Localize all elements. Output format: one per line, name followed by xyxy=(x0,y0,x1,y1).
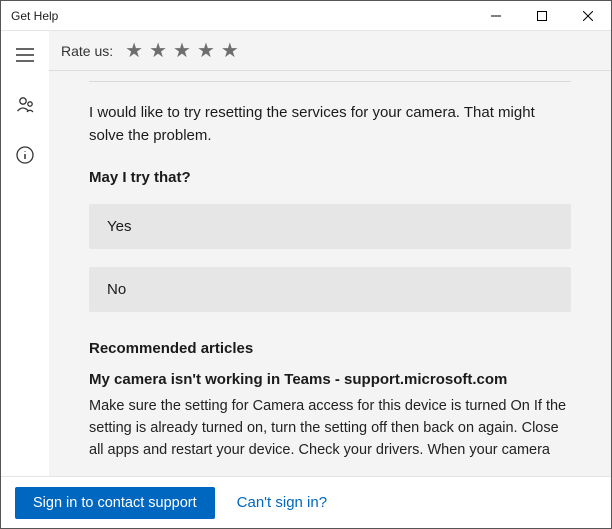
content-area: I would like to try resetting the servic… xyxy=(49,71,611,476)
sign-in-button[interactable]: Sign in to contact support xyxy=(15,487,215,519)
close-button[interactable] xyxy=(565,1,611,30)
option-yes[interactable]: Yes xyxy=(89,204,571,249)
title-bar: Get Help xyxy=(1,1,611,31)
article-title[interactable]: My camera isn't working in Teams - suppo… xyxy=(89,371,571,388)
menu-icon[interactable] xyxy=(1,39,49,71)
assistant-question: May I try that? xyxy=(89,169,571,186)
recommended-heading: Recommended articles xyxy=(89,340,571,357)
footer: Sign in to contact support Can't sign in… xyxy=(1,476,611,528)
sidebar xyxy=(1,31,49,476)
rate-label: Rate us: xyxy=(61,43,113,59)
rating-stars: ★ ★ ★ ★ ★ xyxy=(125,41,239,61)
star-icon[interactable]: ★ xyxy=(173,41,191,61)
contact-support-icon[interactable] xyxy=(1,89,49,121)
cant-sign-in-link[interactable]: Can't sign in? xyxy=(237,494,327,511)
maximize-button[interactable] xyxy=(519,1,565,30)
star-icon[interactable]: ★ xyxy=(125,41,143,61)
article-body: Make sure the setting for Camera access … xyxy=(89,396,571,461)
rate-bar: Rate us: ★ ★ ★ ★ ★ xyxy=(49,31,611,71)
star-icon[interactable]: ★ xyxy=(149,41,167,61)
main-panel: Rate us: ★ ★ ★ ★ ★ I would like to try r… xyxy=(49,31,611,476)
star-icon[interactable]: ★ xyxy=(197,41,215,61)
divider xyxy=(89,81,571,82)
assistant-message: I would like to try resetting the servic… xyxy=(89,102,571,147)
option-no[interactable]: No xyxy=(89,267,571,312)
window-controls xyxy=(473,1,611,30)
star-icon[interactable]: ★ xyxy=(221,41,239,61)
window-title: Get Help xyxy=(11,9,58,23)
info-icon[interactable] xyxy=(1,139,49,171)
minimize-button[interactable] xyxy=(473,1,519,30)
